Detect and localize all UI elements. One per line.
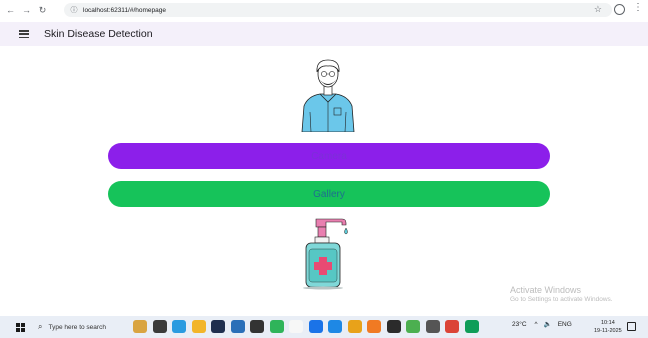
- search-placeholder: Type here to search: [48, 323, 106, 331]
- system-tray: 23°C ^ 🔈 ENG: [512, 320, 578, 329]
- back-arrow-icon[interactable]: ←: [5, 5, 16, 16]
- taskbar-app-chrome-c-icon[interactable]: [406, 320, 420, 333]
- weather-temp[interactable]: 23°C: [512, 321, 527, 328]
- clock-date: 19-11-2025: [594, 328, 622, 334]
- taskbar-app-orange-icon[interactable]: [367, 320, 381, 333]
- taskbar-app-taskview-icon[interactable]: [152, 320, 167, 333]
- taskbar-app-settings-icon[interactable]: [425, 320, 440, 333]
- clock-time: 10:14: [600, 320, 615, 326]
- address-bar[interactable]: ⓘ localhost:62311/#/homepage ☆: [64, 3, 612, 17]
- taskbar-app-edge-icon[interactable]: [172, 320, 186, 333]
- volume-icon[interactable]: 🔈: [544, 320, 552, 328]
- watermark-subtitle: Go to Settings to activate Windows.: [510, 296, 613, 303]
- camera-button[interactable]: Camera: [108, 143, 550, 169]
- windows-taskbar: ⌕ Type here to search 23°C ^ 🔈 ENG 10:14…: [0, 316, 648, 338]
- taskbar-clock[interactable]: 10:14 19-11-2025: [594, 319, 622, 335]
- tray-overflow-icon[interactable]: ^: [535, 321, 538, 328]
- reload-icon[interactable]: ↻: [37, 5, 48, 16]
- taskbar-app-vscode-blue-icon[interactable]: [230, 320, 245, 333]
- app-title: Skin Disease Detection: [44, 28, 153, 40]
- browser-menu-icon[interactable]: ⋮: [633, 2, 643, 13]
- app-bar: Skin Disease Detection: [0, 22, 648, 46]
- taskbar-app-green-icon[interactable]: [269, 320, 284, 333]
- browser-toolbar: ← → ↻ ⓘ localhost:62311/#/homepage ☆ ⋮: [0, 0, 648, 20]
- url-text[interactable]: localhost:62311/#/homepage: [83, 7, 166, 14]
- taskbar-app-mail-icon[interactable]: [211, 320, 225, 333]
- activate-windows-watermark: Activate Windows Go to Settings to activ…: [510, 285, 613, 303]
- doctor-illustration-icon: [301, 59, 355, 132]
- taskbar-app-explorer-icon[interactable]: [191, 320, 206, 333]
- taskbar-app-vscode-icon[interactable]: [328, 320, 342, 333]
- windows-start-icon[interactable]: [16, 323, 25, 332]
- taskbar-app-cityscape-icon[interactable]: [133, 320, 147, 333]
- taskbar-app-white-icon[interactable]: [289, 320, 303, 333]
- gallery-button[interactable]: Gallery: [108, 181, 550, 207]
- hamburger-menu-icon[interactable]: [19, 30, 29, 39]
- screen: ← → ↻ ⓘ localhost:62311/#/homepage ☆ ⋮ S…: [0, 0, 648, 338]
- search-icon: ⌕: [38, 322, 43, 331]
- taskbar-app-chrome-b-icon[interactable]: [347, 320, 362, 333]
- taskbar-search-box[interactable]: ⌕ Type here to search: [34, 319, 124, 335]
- taskbar-app-chrome-d-icon[interactable]: [445, 320, 459, 333]
- profile-icon[interactable]: [614, 4, 625, 15]
- taskbar-app-chrome-e-icon[interactable]: [464, 320, 479, 333]
- watermark-title: Activate Windows: [510, 285, 582, 295]
- taskbar-app-chrome-a-icon[interactable]: [308, 320, 323, 333]
- forward-arrow-icon[interactable]: →: [21, 5, 32, 16]
- sanitizer-bottle-illustration-icon: [303, 218, 348, 290]
- notification-center-icon[interactable]: [627, 322, 636, 331]
- taskbar-app-obs-icon[interactable]: [250, 320, 264, 333]
- taskbar-app-terminal-icon[interactable]: [386, 320, 401, 333]
- language-indicator[interactable]: ENG: [558, 321, 572, 328]
- taskbar-app-list: [133, 320, 484, 333]
- bookmark-star-icon[interactable]: ☆: [594, 4, 602, 15]
- site-info-icon[interactable]: ⓘ: [69, 5, 79, 15]
